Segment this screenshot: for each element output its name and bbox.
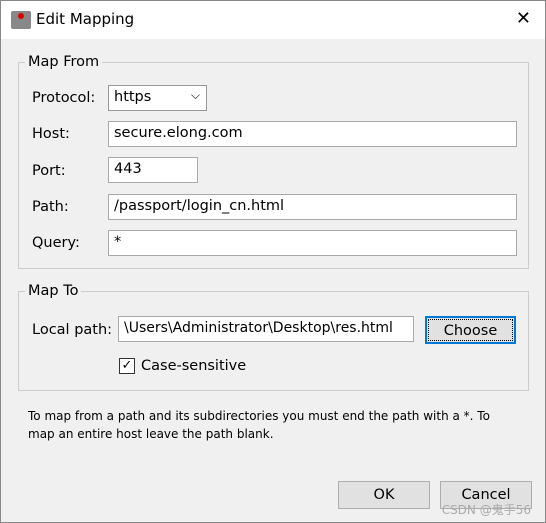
- port-input[interactable]: 443: [108, 157, 198, 183]
- host-input[interactable]: secure.elong.com: [108, 121, 517, 147]
- host-label: Host:: [32, 126, 70, 142]
- local-path-label: Local path:: [32, 322, 113, 338]
- protocol-select[interactable]: https ⌵: [108, 85, 207, 111]
- map-from-legend: Map From: [28, 54, 100, 70]
- window-title: Edit Mapping: [36, 10, 135, 28]
- app-icon: [11, 11, 31, 29]
- case-sensitive-checkbox[interactable]: ✓: [119, 358, 135, 374]
- protocol-label: Protocol:: [32, 90, 96, 106]
- path-label: Path:: [32, 199, 69, 215]
- protocol-value: https: [114, 89, 152, 105]
- local-path-input[interactable]: \Users\Administrator\Desktop\res.html: [118, 316, 414, 342]
- query-input[interactable]: *: [108, 230, 517, 256]
- port-label: Port:: [32, 163, 66, 179]
- map-to-legend: Map To: [28, 283, 79, 299]
- edit-mapping-dialog: Edit Mapping ✕ Map From Protocol: https ⌵…: [0, 0, 546, 523]
- help-note: To map from a path and its subdirectorie…: [28, 409, 490, 441]
- case-sensitive-label: Case-sensitive: [141, 358, 247, 374]
- watermark: CSDN @鬼手56: [441, 503, 531, 517]
- title-bar: Edit Mapping ✕: [1, 1, 545, 39]
- choose-button[interactable]: Choose: [425, 316, 516, 344]
- ok-button[interactable]: OK: [338, 481, 430, 509]
- close-icon[interactable]: ✕: [516, 8, 531, 29]
- query-label: Query:: [32, 235, 80, 251]
- chevron-down-icon: ⌵: [190, 88, 200, 102]
- path-input[interactable]: /passport/login_cn.html: [108, 194, 517, 220]
